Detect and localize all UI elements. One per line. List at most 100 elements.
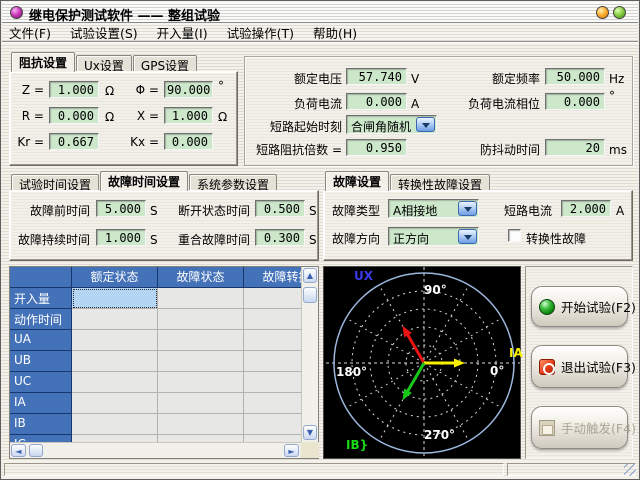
- prefault-time-field[interactable]: 5.000: [96, 200, 146, 217]
- x-unit: Ω: [218, 110, 227, 124]
- phi-field[interactable]: 90.000: [164, 81, 213, 98]
- status-pane-left: [4, 463, 504, 476]
- prefault-time-unit: S: [150, 204, 158, 218]
- start-test-button[interactable]: 开始试验(F2): [531, 286, 628, 327]
- results-grid: 额定状态 故障状态 故障转换 开入量 动作时间 UA UB UC IA: [10, 267, 301, 442]
- column-header[interactable]: 额定状态: [72, 267, 158, 288]
- scroll-left-icon[interactable]: ◄: [11, 444, 26, 457]
- manual-trigger-button[interactable]: 手动触发(F4): [531, 406, 628, 449]
- app-menu-orb-icon[interactable]: [10, 6, 23, 19]
- short-start-combo[interactable]: 合闸角随机: [346, 115, 437, 134]
- kx-field[interactable]: 0.000: [164, 133, 213, 150]
- debounce-field[interactable]: 20: [545, 139, 605, 156]
- scroll-down-icon[interactable]: ▼: [303, 425, 317, 440]
- column-header[interactable]: 故障转换: [244, 267, 301, 288]
- chevron-down-icon[interactable]: [458, 229, 477, 244]
- impedance-multiple-field[interactable]: 0.950: [346, 139, 407, 156]
- impedance-panel: 阻抗设置 Ux设置 GPS设置 Z = 1.000 Ω Φ = 90.000 °…: [9, 52, 238, 166]
- rated-voltage-field[interactable]: 57.740: [346, 68, 407, 85]
- table-cell[interactable]: [244, 393, 301, 414]
- load-current-field[interactable]: 0.000: [346, 93, 407, 110]
- tab-ux-settings[interactable]: Ux设置: [76, 55, 132, 72]
- fault-direction-combo[interactable]: 正方向: [388, 227, 479, 246]
- exit-test-label: 退出试验(F3): [561, 357, 636, 376]
- r-field[interactable]: 0.000: [49, 107, 99, 124]
- load-phase-field[interactable]: 0.000: [545, 93, 605, 110]
- impedance-multiple-label: 短路阻抗倍数 =: [245, 141, 342, 158]
- tab-fault-settings[interactable]: 故障设置: [325, 171, 389, 191]
- row-header[interactable]: IC: [10, 435, 72, 442]
- table-cell[interactable]: [72, 435, 158, 442]
- resize-grip-icon[interactable]: [624, 464, 636, 476]
- exit-test-button[interactable]: 退出试验(F3): [531, 345, 628, 388]
- z-field[interactable]: 1.000: [49, 81, 99, 98]
- table-cell[interactable]: [72, 309, 158, 330]
- rated-freq-field[interactable]: 50.000: [545, 68, 605, 85]
- menu-test-settings[interactable]: 试验设置(S): [70, 23, 138, 42]
- row-header[interactable]: UA: [10, 330, 72, 351]
- menu-test-operation[interactable]: 试验操作(T): [227, 23, 294, 42]
- prefault-time-label: 故障前时间: [10, 202, 90, 219]
- horizontal-scrollbar[interactable]: ◄ ►: [10, 442, 301, 458]
- table-cell[interactable]: [158, 372, 244, 393]
- horizontal-scroll-thumb[interactable]: [29, 444, 43, 457]
- fault-type-combo[interactable]: A相接地: [388, 199, 479, 218]
- table-cell[interactable]: [244, 372, 301, 393]
- x-field[interactable]: 1.000: [164, 107, 213, 124]
- chevron-down-icon[interactable]: [458, 201, 477, 216]
- chevron-down-icon[interactable]: [416, 117, 435, 132]
- table-cell[interactable]: [244, 288, 301, 309]
- column-header[interactable]: 故障状态: [158, 267, 244, 288]
- red-power-icon: [539, 359, 555, 375]
- status-bar: [2, 461, 638, 478]
- table-cell[interactable]: [244, 414, 301, 435]
- row-header[interactable]: UC: [10, 372, 72, 393]
- scroll-up-icon[interactable]: ▲: [303, 268, 317, 283]
- table-cell[interactable]: [72, 414, 158, 435]
- vertical-scrollbar[interactable]: ▲ ▼: [301, 267, 318, 442]
- load-current-unit: A: [411, 97, 419, 111]
- row-header[interactable]: UB: [10, 351, 72, 372]
- table-cell[interactable]: [72, 351, 158, 372]
- kr-field[interactable]: 0.667: [49, 133, 99, 150]
- table-cell[interactable]: [244, 435, 301, 442]
- tab-gps-settings[interactable]: GPS设置: [133, 55, 197, 72]
- table-cell-selected[interactable]: [72, 288, 158, 309]
- menu-file[interactable]: 文件(F): [9, 23, 51, 42]
- tab-system-params[interactable]: 系统参数设置: [189, 174, 277, 191]
- table-cell[interactable]: [244, 309, 301, 330]
- table-cell[interactable]: [72, 330, 158, 351]
- convert-fault-checkbox[interactable]: [508, 229, 521, 242]
- table-cell[interactable]: [158, 435, 244, 442]
- table-cell[interactable]: [244, 330, 301, 351]
- minimize-orb-icon[interactable]: [596, 6, 609, 19]
- row-header[interactable]: 动作时间: [10, 309, 72, 330]
- rated-voltage-label: 额定电压: [245, 70, 342, 87]
- row-header[interactable]: IB: [10, 414, 72, 435]
- fault-duration-field[interactable]: 1.000: [96, 229, 146, 246]
- tab-fault-time[interactable]: 故障时间设置: [100, 171, 188, 191]
- tab-test-time[interactable]: 试验时间设置: [11, 174, 99, 191]
- scroll-right-icon[interactable]: ►: [284, 444, 299, 457]
- menu-help[interactable]: 帮助(H): [313, 23, 357, 42]
- row-header[interactable]: IA: [10, 393, 72, 414]
- table-cell[interactable]: [158, 309, 244, 330]
- tab-convert-fault-settings[interactable]: 转换性故障设置: [390, 174, 490, 191]
- table-cell[interactable]: [158, 330, 244, 351]
- reclose-fault-time-field[interactable]: 0.300: [255, 229, 305, 246]
- table-cell[interactable]: [158, 288, 244, 309]
- row-header[interactable]: 开入量: [10, 288, 72, 309]
- open-state-time-field[interactable]: 0.500: [255, 200, 305, 217]
- table-cell[interactable]: [72, 372, 158, 393]
- table-cell[interactable]: [244, 351, 301, 372]
- vertical-scroll-thumb[interactable]: [303, 287, 317, 303]
- close-orb-icon[interactable]: [613, 6, 626, 19]
- short-current-field[interactable]: 2.000: [561, 200, 611, 217]
- table-cell[interactable]: [158, 414, 244, 435]
- menu-binary-input[interactable]: 开入量(I): [157, 23, 208, 42]
- tab-impedance-settings[interactable]: 阻抗设置: [11, 52, 75, 72]
- short-start-combo-value: 合闸角随机: [347, 116, 415, 133]
- table-cell[interactable]: [72, 393, 158, 414]
- table-cell[interactable]: [158, 351, 244, 372]
- table-cell[interactable]: [158, 393, 244, 414]
